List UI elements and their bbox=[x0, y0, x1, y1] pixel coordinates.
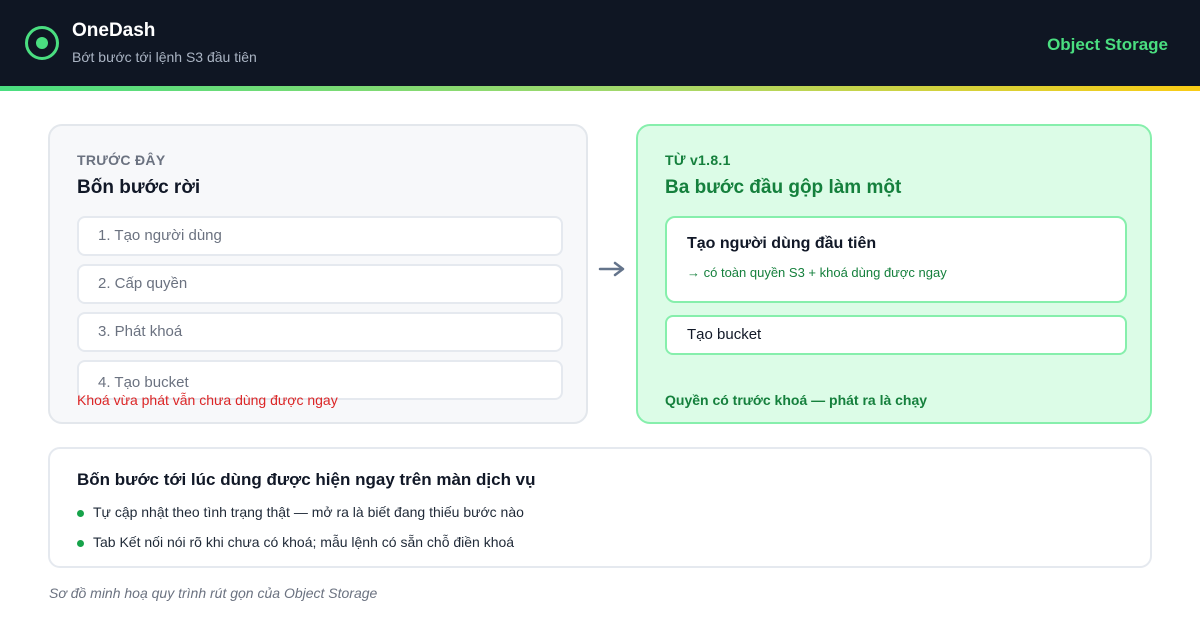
before-warning: Khoá vừa phát vẫn chưa dùng được ngay bbox=[77, 392, 338, 408]
before-card: TRƯỚC ĐÂY Bốn bước rời 1. Tạo người dùng… bbox=[48, 124, 588, 424]
logo-dot bbox=[36, 37, 48, 49]
app-title: OneDash bbox=[72, 20, 156, 41]
arrow-right-icon bbox=[598, 261, 625, 277]
merged-step-title: Tạo người dùng đầu tiên bbox=[687, 235, 877, 252]
target-circle-icon bbox=[25, 26, 59, 60]
before-step: 2. Cấp quyền bbox=[77, 264, 563, 304]
after-footer: Quyền có trước khoá — phát ra là chạy bbox=[665, 392, 928, 408]
bullet-dot-icon bbox=[77, 540, 84, 547]
app-header: OneDash Bớt bước tới lệnh S3 đầu tiên Ob… bbox=[0, 0, 1200, 86]
merged-step-box: Tạo người dùng đầu tiên → có toàn quyền … bbox=[665, 216, 1127, 303]
app-subtitle: Bớt bước tới lệnh S3 đầu tiên bbox=[72, 49, 257, 65]
before-title: Bốn bước rời bbox=[77, 177, 201, 198]
after-step: Tạo bucket bbox=[665, 315, 1127, 355]
accent-divider bbox=[0, 86, 1200, 91]
before-step: 1. Tạo người dùng bbox=[77, 216, 563, 256]
summary-panel: Bốn bước tới lúc dùng được hiện ngay trê… bbox=[48, 447, 1152, 568]
after-title: Ba bước đầu gộp làm một bbox=[665, 177, 902, 198]
figure-caption: Sơ đồ minh hoạ quy trình rút gọn của Obj… bbox=[49, 585, 378, 601]
after-card: TỪ v1.8.1 Ba bước đầu gộp làm một Tạo ng… bbox=[636, 124, 1152, 424]
summary-title: Bốn bước tới lúc dùng được hiện ngay trê… bbox=[77, 470, 536, 489]
summary-bullet-text: Tab Kết nối nói rõ khi chưa có khoá; mẫu… bbox=[93, 534, 515, 550]
before-step: 3. Phát khoá bbox=[77, 312, 563, 352]
bullet-dot-icon bbox=[77, 510, 84, 517]
product-label: Object Storage bbox=[1047, 35, 1168, 54]
before-eyebrow: TRƯỚC ĐÂY bbox=[77, 152, 166, 168]
after-eyebrow: TỪ v1.8.1 bbox=[665, 152, 731, 168]
merged-step-note: → có toàn quyền S3 + khoá dùng được ngay bbox=[687, 265, 947, 280]
summary-bullet-text: Tự cập nhật theo tình trạng thật — mở ra… bbox=[93, 504, 524, 520]
